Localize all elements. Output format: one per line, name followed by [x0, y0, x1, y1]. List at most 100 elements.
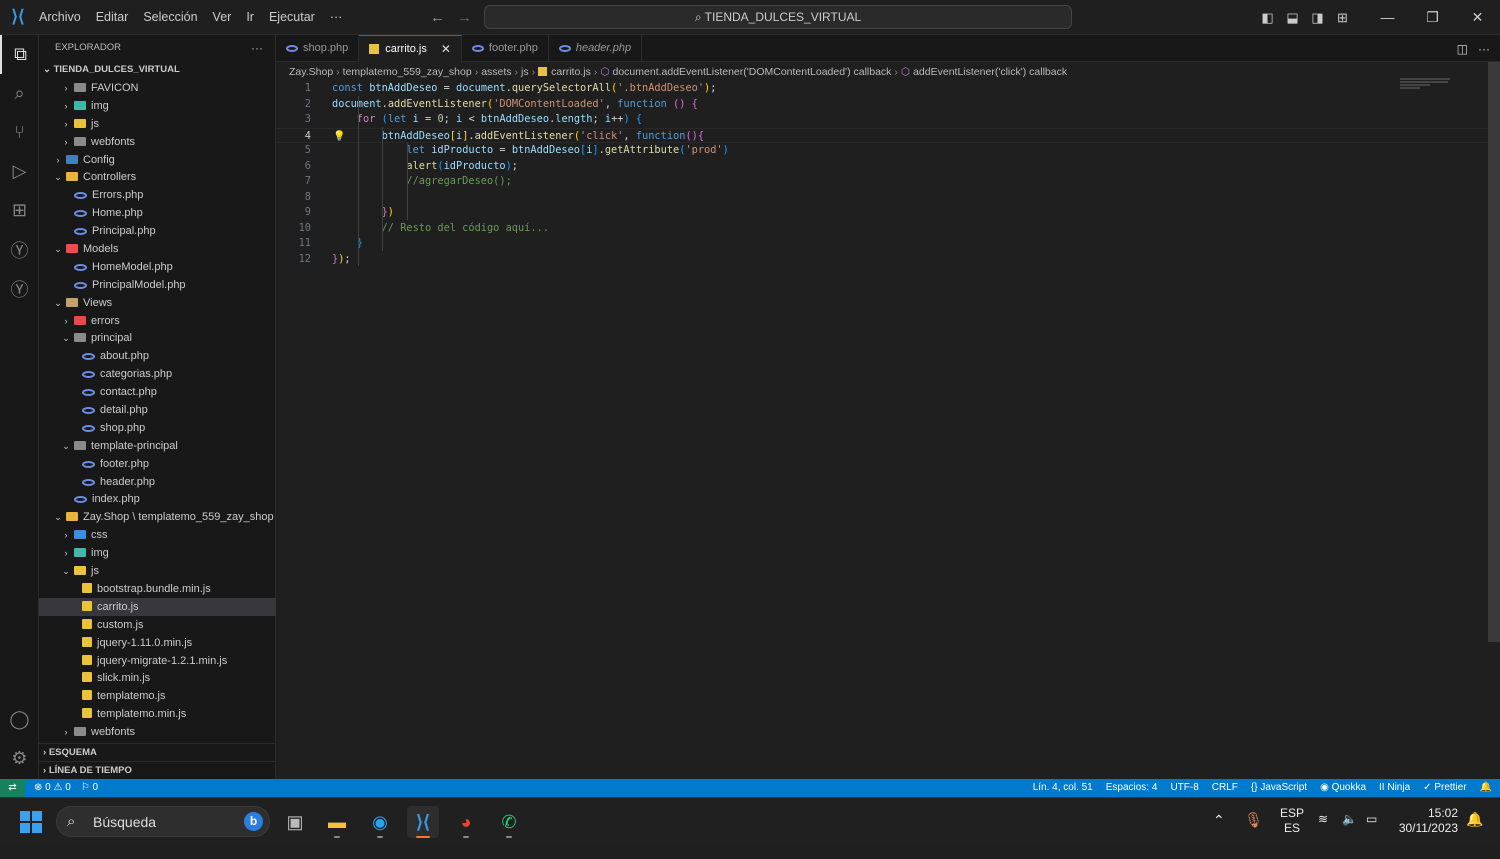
quokka-status[interactable]: ◉ Quokka: [1320, 782, 1366, 793]
file-item[interactable]: index.php: [39, 490, 276, 508]
folder-item[interactable]: ⌄ Models: [39, 240, 276, 258]
minimap[interactable]: [1400, 78, 1452, 98]
extension-y2-icon[interactable]: Ⓨ: [0, 269, 39, 308]
battery-icon[interactable]: ▭: [1366, 812, 1377, 859]
language-indicator[interactable]: ESP ES: [1280, 806, 1304, 853]
folder-item[interactable]: › Config: [39, 151, 276, 169]
folder-item[interactable]: ⌄ Controllers: [39, 168, 276, 186]
menu-seleccion[interactable]: Selección: [143, 10, 197, 24]
search-icon[interactable]: ⌕: [0, 74, 39, 113]
volume-icon[interactable]: 🔈: [1342, 812, 1357, 859]
command-center-search[interactable]: ⌕ TIENDA_DULCES_VIRTUAL: [484, 5, 1072, 29]
file-explorer-icon[interactable]: ▬: [321, 806, 353, 838]
show-hidden-icons-chevron-icon[interactable]: ⌃: [1213, 812, 1225, 859]
file-item[interactable]: Home.php: [39, 204, 276, 222]
breadcrumb-item[interactable]: Zay.Shop: [289, 66, 333, 78]
remote-button[interactable]: ⇄: [0, 779, 25, 797]
file-item[interactable]: jquery-migrate-1.2.1.min.js: [39, 652, 276, 670]
line-ending[interactable]: CRLF: [1212, 782, 1238, 793]
vscode-taskbar-icon[interactable]: ⟩⟨: [407, 806, 439, 838]
file-item[interactable]: about.php: [39, 347, 276, 365]
tab-shop-php[interactable]: shop.php: [276, 35, 360, 62]
whatsapp-icon[interactable]: ✆: [493, 806, 525, 838]
file-item[interactable]: categorias.php: [39, 365, 276, 383]
folder-item[interactable]: › webfonts: [39, 723, 276, 741]
file-item[interactable]: bootstrap.bundle.min.js: [39, 580, 276, 598]
ports-indicator[interactable]: ⚐ 0: [81, 782, 98, 793]
language-mode[interactable]: {} JavaScript: [1251, 782, 1307, 793]
forward-arrow-icon[interactable]: →: [457, 9, 472, 26]
outline-section[interactable]: › ESQUEMA: [39, 743, 276, 761]
timeline-section[interactable]: › LÍNEA DE TIEMPO: [39, 761, 276, 779]
file-item[interactable]: Errors.php: [39, 186, 276, 204]
problems-indicator[interactable]: ⊗ 0 ⚠ 0: [34, 782, 71, 793]
breadcrumb-item[interactable]: js: [521, 66, 529, 78]
wifi-icon[interactable]: ≋: [1318, 812, 1328, 859]
folder-item[interactable]: ⌄ Views: [39, 294, 276, 312]
menu-more[interactable]: ···: [330, 10, 343, 24]
file-item[interactable]: Principal.php: [39, 222, 276, 240]
clock[interactable]: 15:02 30/11/2023: [1396, 806, 1458, 853]
tab-footer-php[interactable]: footer.php: [462, 35, 549, 62]
breadcrumb-item[interactable]: addEventListener('click') callback: [913, 66, 1067, 78]
split-editor-icon[interactable]: ◫: [1457, 42, 1468, 56]
workspace-root[interactable]: ⌄ TIENDA_DULCES_VIRTUAL: [39, 61, 275, 79]
folder-item[interactable]: ⌄ js: [39, 562, 276, 580]
notification-bell-icon[interactable]: 🔔: [1466, 811, 1483, 858]
file-item[interactable]: templatemo.js: [39, 687, 276, 705]
file-item[interactable]: jquery-1.11.0.min.js: [39, 634, 276, 652]
toggle-panel-icon[interactable]: ⬓: [1280, 10, 1305, 26]
tab-carrito-js[interactable]: carrito.js ✕: [359, 35, 462, 62]
encoding[interactable]: UTF-8: [1170, 782, 1198, 793]
folder-item[interactable]: ⌄ principal: [39, 329, 276, 347]
menu-ver[interactable]: Ver: [213, 10, 232, 24]
breadcrumb-item[interactable]: templatemo_559_zay_shop: [343, 66, 472, 78]
folder-item[interactable]: › img: [39, 544, 276, 562]
toggle-secondary-sidebar-icon[interactable]: ◨: [1305, 10, 1330, 26]
menu-editar[interactable]: Editar: [96, 10, 129, 24]
folder-item[interactable]: ⌄ Zay.Shop \ templatemo_559_zay_shop \...: [39, 508, 276, 526]
microphone-icon[interactable]: 🎙: [1244, 811, 1263, 858]
menu-ejecutar[interactable]: Ejecutar: [269, 10, 315, 24]
run-debug-icon[interactable]: ▷: [0, 152, 39, 191]
file-item[interactable]: contact.php: [39, 383, 276, 401]
task-view-icon[interactable]: ▣: [279, 806, 311, 838]
cursor-position[interactable]: Lín. 4, col. 51: [1033, 782, 1093, 793]
breadcrumb-item[interactable]: document.addEventListener('DOMContentLoa…: [613, 66, 892, 78]
file-item[interactable]: HomeModel.php: [39, 258, 276, 276]
prettier-status[interactable]: ✓ Prettier: [1423, 782, 1466, 793]
file-item[interactable]: slick.min.js: [39, 669, 276, 687]
folder-item[interactable]: › errors: [39, 312, 276, 330]
code-editor[interactable]: 1 const btnAddDeseo = document.querySelec…: [276, 81, 1488, 267]
folder-item[interactable]: › webfonts: [39, 133, 276, 151]
file-item[interactable]: carrito.js: [39, 597, 276, 616]
notifications-bell-icon[interactable]: 🔔: [1480, 782, 1492, 793]
file-item[interactable]: footer.php: [39, 455, 276, 473]
file-item[interactable]: detail.php: [39, 401, 276, 419]
bing-icon[interactable]: b: [244, 812, 263, 831]
folder-item[interactable]: ⌄ template-principal: [39, 437, 276, 455]
ninja-status[interactable]: II Ninja: [1379, 782, 1410, 793]
toggle-sidebar-icon[interactable]: ◧: [1255, 10, 1280, 26]
folder-item[interactable]: › js: [39, 115, 276, 133]
explorer-icon[interactable]: ⧉: [0, 35, 39, 74]
indentation[interactable]: Espacios: 4: [1106, 782, 1158, 793]
minimize-button[interactable]: —: [1365, 9, 1410, 25]
close-button[interactable]: ✕: [1455, 9, 1500, 26]
windows-start-icon[interactable]: [20, 811, 42, 833]
more-actions-icon[interactable]: ···: [1478, 42, 1490, 56]
folder-item[interactable]: › FAVICON: [39, 79, 276, 97]
edge-icon[interactable]: ◉: [364, 806, 396, 838]
customize-layout-icon[interactable]: ⊞: [1330, 10, 1355, 26]
gear-icon[interactable]: ⚙: [0, 739, 39, 778]
account-icon[interactable]: ◯: [0, 700, 39, 739]
file-item[interactable]: shop.php: [39, 419, 276, 437]
menu-ir[interactable]: Ir: [246, 10, 254, 24]
file-item[interactable]: header.php: [39, 473, 276, 491]
file-item[interactable]: custom.js: [39, 616, 276, 634]
close-tab-icon[interactable]: ✕: [441, 36, 451, 63]
back-arrow-icon[interactable]: ←: [430, 9, 445, 26]
chrome-icon[interactable]: ◕: [450, 806, 482, 838]
source-control-icon[interactable]: ⑂: [0, 113, 39, 152]
file-item[interactable]: PrincipalModel.php: [39, 276, 276, 294]
